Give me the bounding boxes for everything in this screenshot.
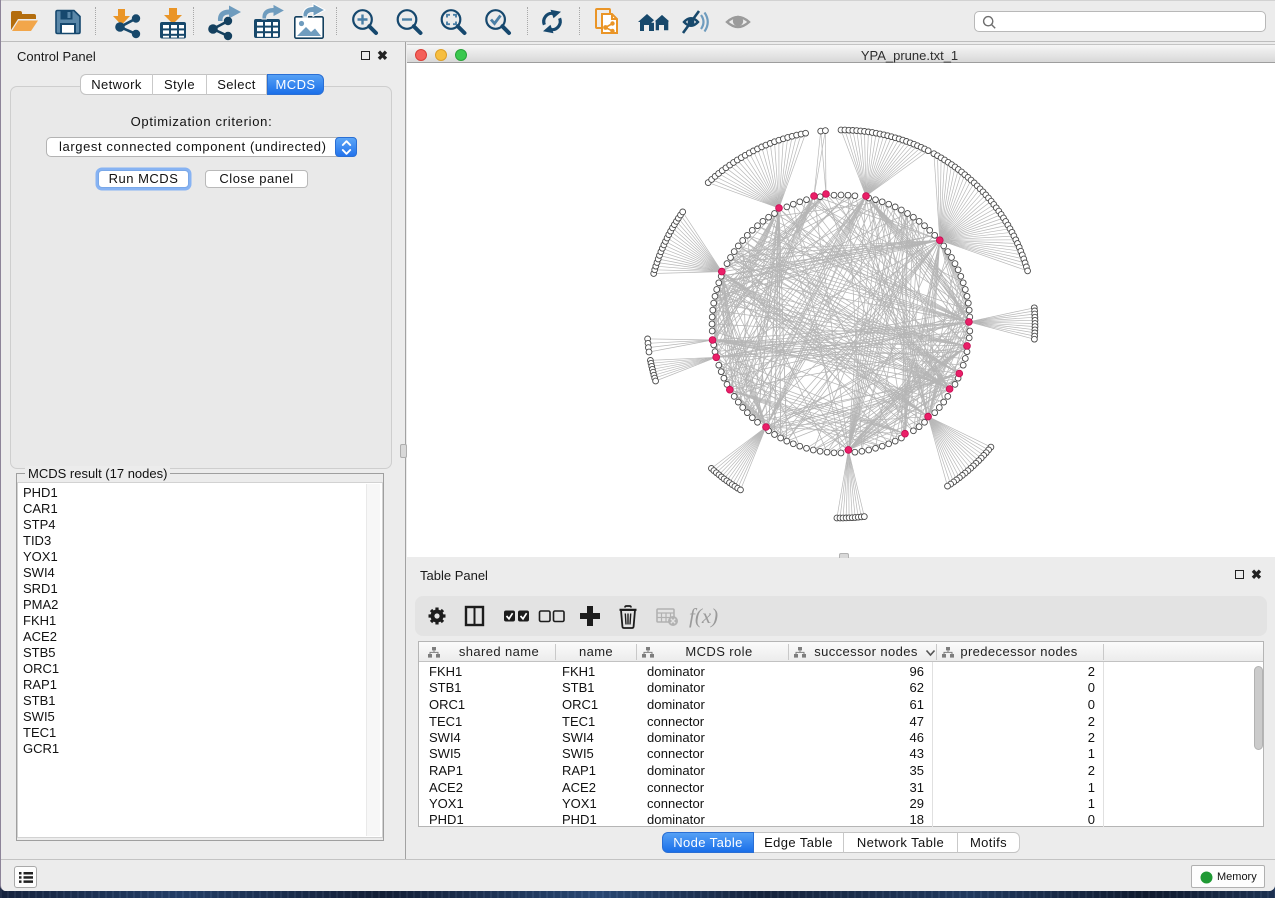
svg-text:f(x): f(x): [689, 604, 718, 628]
